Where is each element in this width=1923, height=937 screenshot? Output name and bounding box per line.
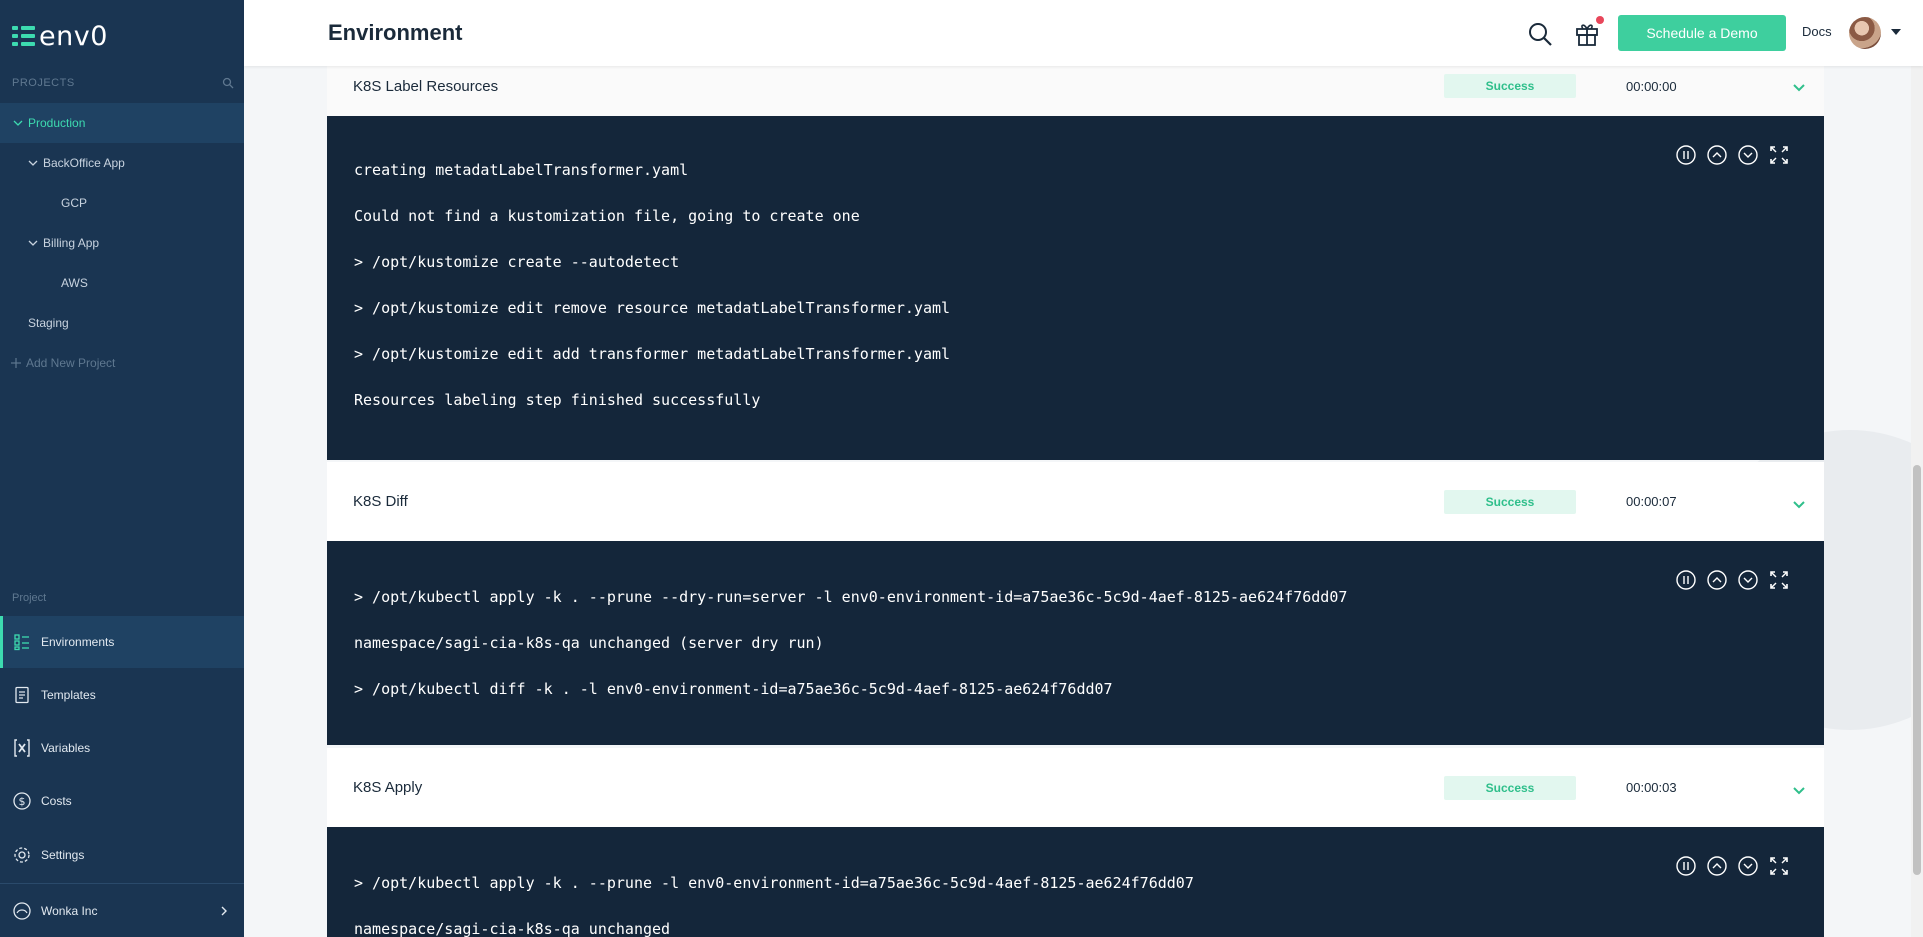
log-controls	[1675, 855, 1790, 877]
step-log-k8s-diff: > /opt/kubectl apply -k . --prune --dry-…	[327, 541, 1824, 745]
chevron-down-icon[interactable]	[12, 117, 24, 129]
step-log-k8s-label-resources: creating metadatLabelTransformer.yaml Co…	[327, 116, 1824, 460]
scroll-down-icon[interactable]	[1737, 569, 1759, 591]
notification-dot	[1596, 16, 1604, 24]
sidebar-item-backoffice-app[interactable]: BackOffice App	[0, 143, 244, 183]
step-duration: 00:00:03	[1626, 780, 1677, 795]
log-line: namespace/sagi-cia-k8s-qa unchanged (ser…	[354, 634, 824, 652]
nav-item-costs[interactable]: $ Costs	[0, 775, 244, 827]
step-duration: 00:00:07	[1626, 494, 1677, 509]
nav-item-variables[interactable]: Variables	[0, 722, 244, 774]
sidebar-item-label: BackOffice App	[43, 156, 125, 170]
costs-icon: $	[12, 791, 32, 811]
avatar[interactable]	[1849, 17, 1881, 49]
schedule-demo-button[interactable]: Schedule a Demo	[1618, 15, 1786, 51]
env0-logo[interactable]: env0	[12, 18, 108, 54]
search-icon[interactable]	[1526, 20, 1554, 48]
fullscreen-icon[interactable]	[1768, 855, 1790, 877]
scroll-up-icon[interactable]	[1706, 569, 1728, 591]
sidebar-item-production[interactable]: Production	[0, 103, 244, 143]
add-new-project-label: Add New Project	[26, 356, 116, 370]
fullscreen-icon[interactable]	[1768, 569, 1790, 591]
nav-item-label: Variables	[41, 741, 91, 755]
environments-icon	[12, 632, 32, 652]
fullscreen-icon[interactable]	[1768, 144, 1790, 166]
sidebar-item-gcp[interactable]: GCP	[0, 183, 244, 223]
organization-name: Wonka Inc	[41, 903, 98, 918]
projects-header: PROJECTS	[0, 72, 244, 94]
caret-down-icon[interactable]	[1891, 29, 1901, 35]
sidebar-item-aws[interactable]: AWS	[0, 263, 244, 303]
status-badge: Success	[1444, 74, 1576, 98]
nav-item-label: Settings	[41, 848, 85, 862]
sidebar-item-label: Production	[28, 116, 86, 130]
templates-icon	[12, 685, 32, 705]
step-name: K8S Apply	[353, 779, 423, 796]
chevron-down-icon[interactable]	[27, 157, 39, 169]
organization-icon	[12, 901, 32, 921]
pause-icon[interactable]	[1675, 855, 1697, 877]
nav-item-environments[interactable]: Environments	[0, 616, 244, 668]
step-duration: 00:00:00	[1626, 78, 1677, 94]
page-title: Environment	[328, 20, 463, 45]
sidebar-item-staging[interactable]: Staging	[0, 303, 244, 343]
step-name: K8S Diff	[353, 493, 408, 510]
nav-item-label: Costs	[41, 794, 72, 808]
log-line: > /opt/kustomize create --autodetect	[354, 253, 680, 271]
log-line: Could not find a kustomization file, goi…	[354, 207, 860, 225]
log-line: Resources labeling step finished success…	[354, 391, 761, 409]
step-log-k8s-apply: > /opt/kubectl apply -k . --prune -l env…	[327, 827, 1824, 937]
step-row-k8s-apply[interactable]: K8S Apply Success 00:00:03	[327, 748, 1824, 827]
sidebar-item-label: GCP	[61, 196, 88, 210]
log-line: creating metadatLabelTransformer.yaml	[354, 161, 689, 179]
scroll-up-icon[interactable]	[1706, 855, 1728, 877]
search-icon[interactable]	[222, 77, 234, 89]
status-badge: Success	[1444, 775, 1576, 800]
nav-item-label: Templates	[41, 688, 96, 702]
log-line: namespace/sagi-cia-k8s-qa unchanged	[354, 920, 671, 937]
log-line: > /opt/kustomize edit remove resource me…	[354, 299, 951, 317]
chevron-down-icon[interactable]	[27, 237, 39, 249]
chevron-down-icon[interactable]	[1791, 496, 1807, 512]
scroll-down-icon[interactable]	[1737, 144, 1759, 166]
nav-item-templates[interactable]: Templates	[0, 669, 244, 721]
scroll-down-icon[interactable]	[1737, 855, 1759, 877]
nav-item-label: Environments	[41, 635, 115, 649]
sidebar-item-label: Staging	[28, 316, 69, 330]
sidebar: env0 PROJECTS Production BackOffice App …	[0, 0, 244, 937]
section-label: Project	[12, 592, 47, 604]
logo-mark-icon	[12, 25, 35, 47]
step-name: K8S Label Resources	[353, 77, 499, 95]
plus-icon	[11, 358, 21, 368]
log-controls	[1675, 569, 1790, 591]
pause-icon[interactable]	[1675, 569, 1697, 591]
chevron-down-icon[interactable]	[1791, 79, 1807, 95]
top-bar: Environment Schedule a Demo Docs	[244, 0, 1923, 66]
pause-icon[interactable]	[1675, 144, 1697, 166]
svg-text:$: $	[19, 795, 26, 808]
add-new-project-button[interactable]: Add New Project	[0, 343, 244, 383]
log-line: > /opt/kubectl apply -k . --prune -l env…	[354, 874, 1194, 892]
sidebar-item-label: Billing App	[43, 236, 100, 250]
chevron-down-icon[interactable]	[1791, 782, 1807, 798]
scroll-up-icon[interactable]	[1706, 144, 1728, 166]
projects-label: PROJECTS	[12, 77, 75, 89]
sidebar-item-label: AWS	[61, 276, 88, 290]
settings-icon	[12, 845, 32, 865]
nav-item-settings[interactable]: Settings	[0, 829, 244, 881]
log-controls	[1675, 144, 1790, 166]
log-line: > /opt/kubectl apply -k . --prune --dry-…	[354, 588, 1348, 606]
variables-icon	[12, 738, 32, 758]
docs-link[interactable]: Docs	[1802, 24, 1832, 39]
logo-text: env0	[39, 20, 108, 52]
log-line: > /opt/kustomize edit add transformer me…	[354, 345, 951, 363]
status-badge: Success	[1444, 489, 1576, 514]
log-line: > /opt/kubectl diff -k . -l env0-environ…	[354, 680, 1113, 698]
sidebar-item-billing-app[interactable]: Billing App	[0, 223, 244, 263]
step-row-k8s-diff[interactable]: K8S Diff Success 00:00:07	[327, 462, 1824, 541]
organization-switcher[interactable]: Wonka Inc	[0, 883, 244, 937]
chevron-right-icon	[221, 906, 227, 915]
scrollbar-thumb[interactable]	[1913, 465, 1921, 875]
